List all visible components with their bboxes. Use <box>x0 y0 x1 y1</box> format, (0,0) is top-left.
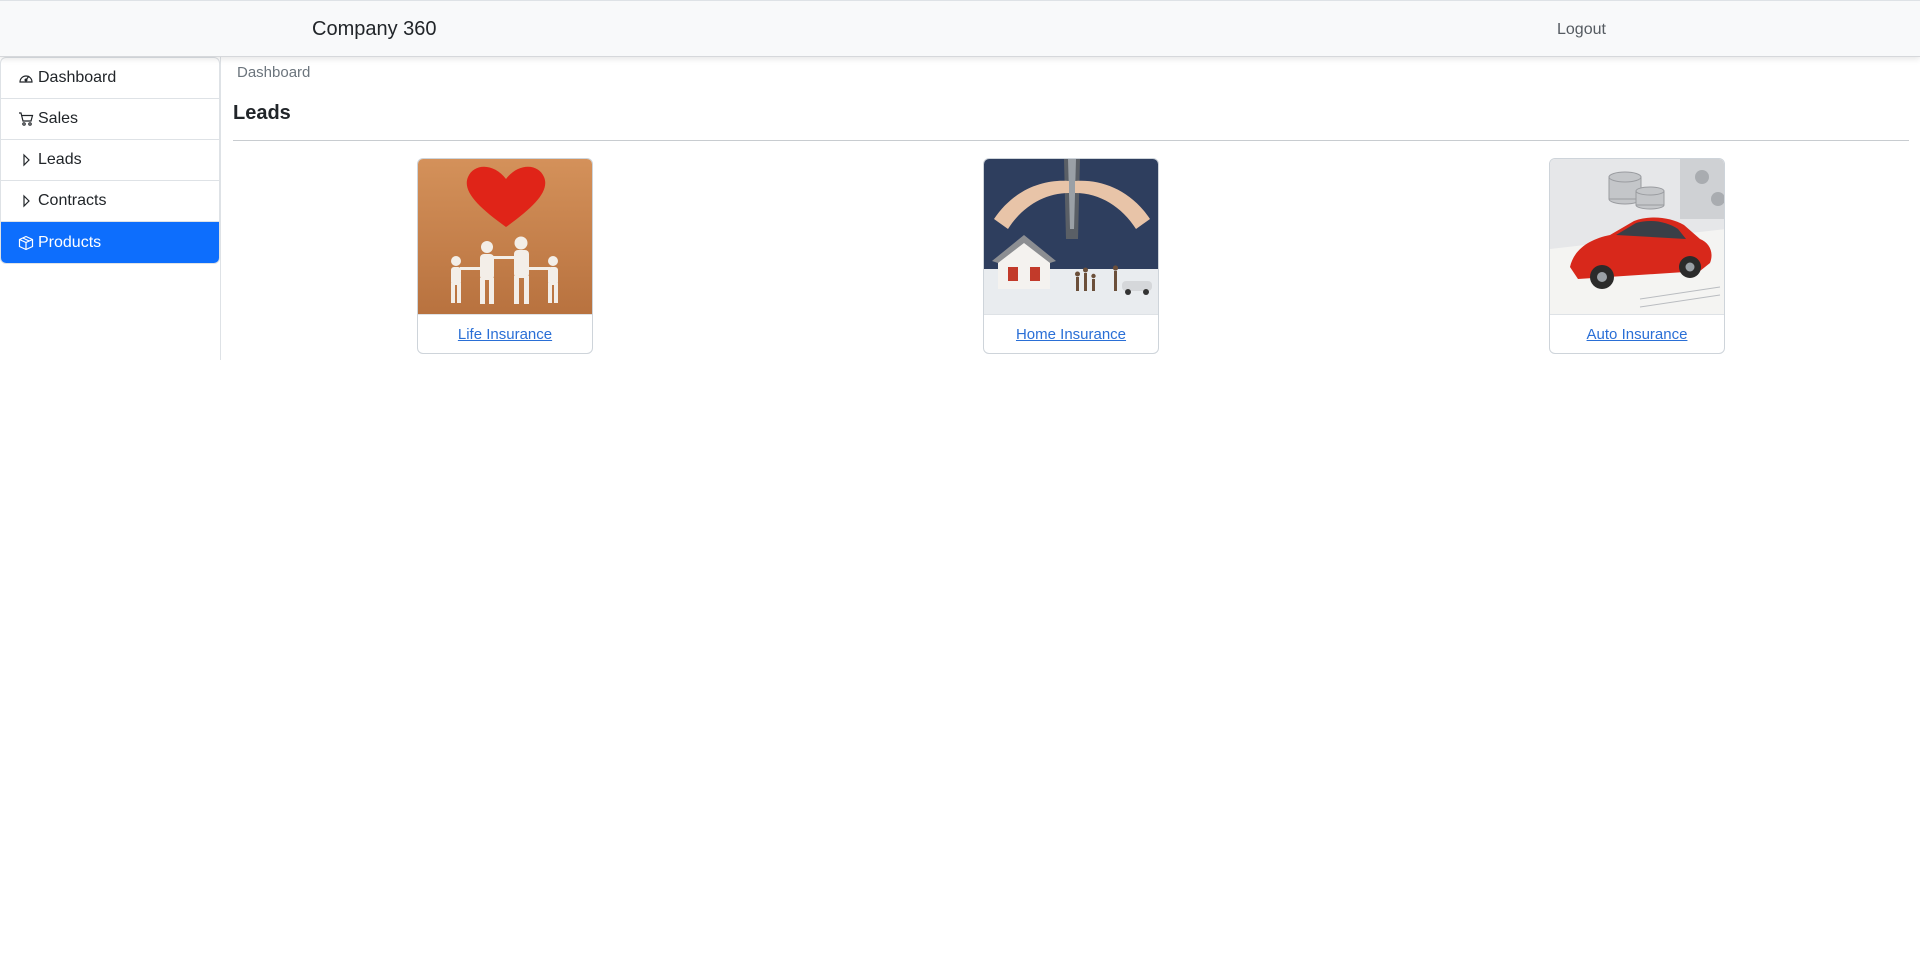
sidebar-item-label: Dashboard <box>38 69 117 86</box>
family-heart-image <box>418 159 592 314</box>
cart-icon <box>17 111 34 128</box>
life-insurance-link[interactable]: Life Insurance <box>458 326 552 343</box>
sidebar-item-contracts[interactable]: Contracts <box>1 181 219 222</box>
sidebar-item-label: Contracts <box>38 192 107 209</box>
brand-link[interactable]: Company 360 <box>312 18 437 41</box>
home-insurance-link[interactable]: Home Insurance <box>1016 326 1126 343</box>
caret-right-icon <box>17 152 34 169</box>
sidebar-item-dashboard[interactable]: Dashboard <box>1 58 219 99</box>
sidebar-item-leads[interactable]: Leads <box>1 140 219 181</box>
card-caption: Home Insurance <box>984 314 1158 353</box>
page-title: Leads <box>233 102 291 124</box>
logout-link[interactable]: Logout <box>1557 21 1606 39</box>
sidebar: Dashboard Sales Leads Contracts Products <box>0 57 221 360</box>
product-card-home: Home Insurance <box>983 158 1159 354</box>
speedometer-icon <box>17 70 34 87</box>
red-car-coins-image <box>1550 159 1724 314</box>
sidebar-item-label: Products <box>38 233 102 251</box>
sidebar-item-sales[interactable]: Sales <box>1 99 219 140</box>
sidebar-item-label: Sales <box>38 110 79 127</box>
top-navbar: Company 360 Logout <box>0 0 1920 57</box>
house-hands-image <box>984 159 1158 314</box>
title-divider <box>233 140 1909 141</box>
sidebar-item-label: Leads <box>38 151 82 168</box>
sidebar-nav: Dashboard Sales Leads Contracts Products <box>0 57 220 264</box>
product-card-auto: Auto Insurance <box>1549 158 1725 354</box>
card-caption: Life Insurance <box>418 314 592 353</box>
card-caption: Auto Insurance <box>1550 314 1724 353</box>
auto-insurance-link[interactable]: Auto Insurance <box>1587 326 1688 343</box>
sidebar-item-products[interactable]: Products <box>1 222 219 263</box>
breadcrumb[interactable]: Dashboard <box>237 64 310 81</box>
box-icon <box>17 234 34 251</box>
caret-right-icon <box>17 193 34 210</box>
product-card-life: Life Insurance <box>417 158 593 354</box>
